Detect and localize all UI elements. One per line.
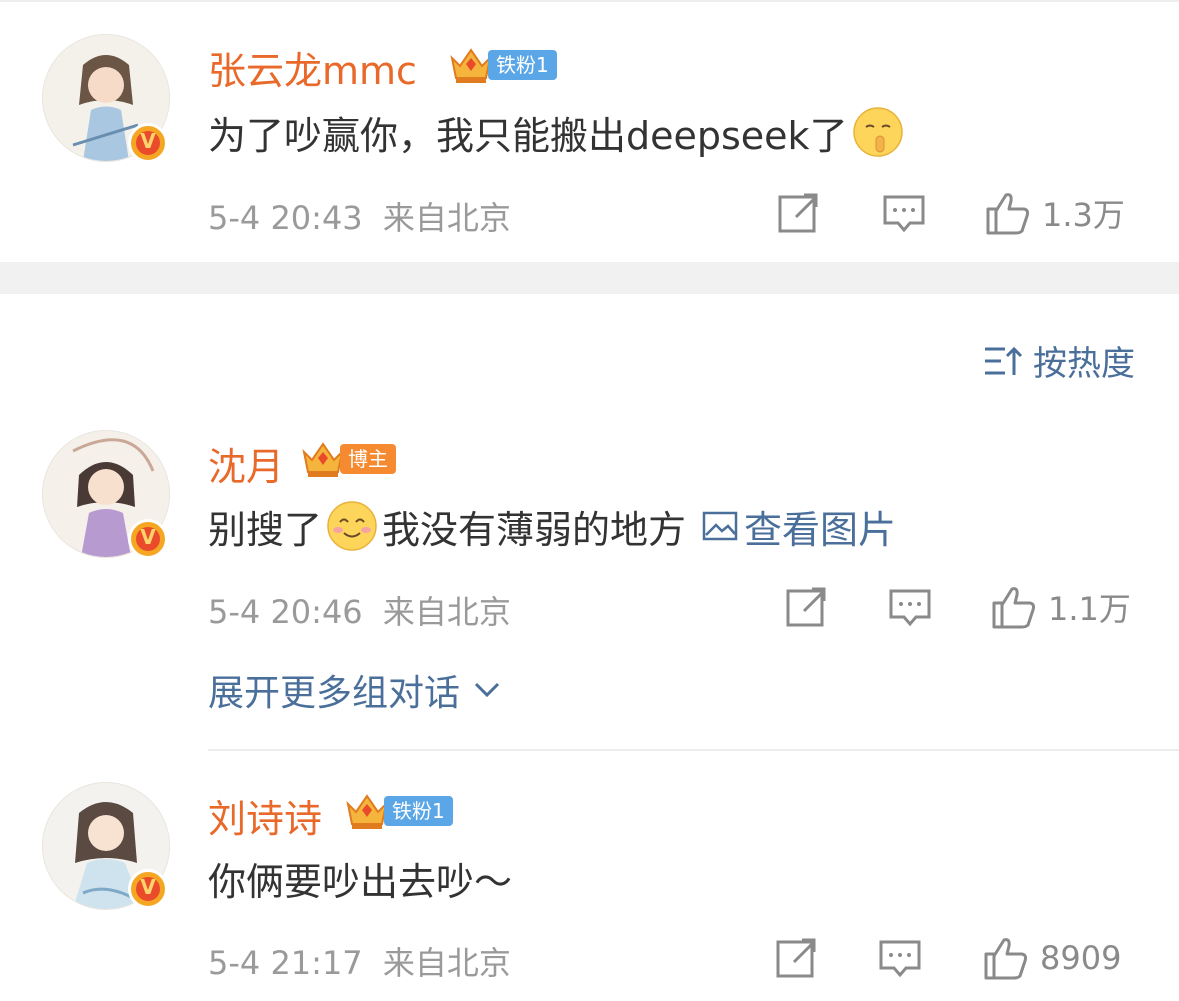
reply-button[interactable] xyxy=(888,587,932,629)
comment-text-content: 你俩要吵出去吵～ xyxy=(208,859,513,904)
reply-button[interactable] xyxy=(878,938,922,980)
badge-label: 铁粉1 xyxy=(488,50,557,80)
like-button[interactable]: 8909 xyxy=(982,934,1121,982)
blogger-badge[interactable]: 博主 xyxy=(300,441,396,477)
expand-label: 展开更多组对话 xyxy=(208,673,461,714)
view-image-label: 查看图片 xyxy=(744,507,897,552)
shush-emoji-icon xyxy=(852,107,903,157)
comment-text: 你俩要吵出去吵～ xyxy=(208,850,512,906)
share-icon xyxy=(776,938,816,978)
comment-text: 为了吵赢你，我只能搬出deepseek了 xyxy=(208,104,908,160)
like-count: 1.1万 xyxy=(1048,590,1131,628)
divider xyxy=(208,749,1179,751)
comment-icon xyxy=(883,195,925,233)
like-icon xyxy=(984,938,1028,980)
expand-replies-button[interactable]: 展开更多组对话 xyxy=(208,664,502,716)
smile-emoji-icon xyxy=(327,501,377,551)
sort-icon xyxy=(985,346,1023,375)
comment-meta: 5-4 21:17 来自北京 xyxy=(208,938,511,984)
like-count: 8909 xyxy=(1040,939,1122,977)
comment-location: 来自北京 xyxy=(382,944,511,982)
share-button[interactable] xyxy=(784,585,828,629)
comment-text-content-2: 我没有薄弱的地方 xyxy=(382,507,687,552)
badge-label: 铁粉1 xyxy=(384,796,453,826)
badge-label: 博主 xyxy=(340,444,396,474)
reply-button[interactable] xyxy=(882,193,926,235)
image-icon xyxy=(702,511,738,541)
comment-location: 来自北京 xyxy=(382,593,511,631)
verified-icon: V xyxy=(128,869,168,909)
comment-meta: 5-4 20:43 来自北京 xyxy=(208,193,511,239)
like-button[interactable]: 1.3万 xyxy=(984,189,1125,237)
comment-text-content: 别搜了 xyxy=(208,507,323,552)
comment-text-content: 为了吵赢你，我只能搬出deepseek了 xyxy=(208,113,848,158)
like-icon xyxy=(986,193,1030,235)
user-name[interactable]: 张云龙mmc xyxy=(208,40,417,95)
user-name[interactable]: 刘诗诗 xyxy=(208,788,322,843)
top-divider xyxy=(0,0,1179,2)
comment-icon xyxy=(879,940,921,978)
comment-meta: 5-4 20:46 来自北京 xyxy=(208,587,511,633)
comment-icon xyxy=(889,589,931,627)
view-image-link[interactable]: 查看图片 xyxy=(702,499,896,554)
share-button[interactable] xyxy=(774,936,818,980)
comment-text: 别搜了 我没有薄弱的地方 查看图片 xyxy=(208,498,896,554)
share-button[interactable] xyxy=(776,191,820,235)
like-button[interactable]: 1.1万 xyxy=(990,583,1131,631)
like-icon xyxy=(992,587,1036,629)
comment-time: 5-4 20:43 xyxy=(208,199,363,237)
share-icon xyxy=(786,587,826,627)
sort-button[interactable]: 按热度 xyxy=(983,336,1135,385)
comment-time: 5-4 21:17 xyxy=(208,944,363,982)
verified-icon: V xyxy=(128,123,168,163)
fan-badge[interactable]: 铁粉1 xyxy=(344,793,453,829)
verified-icon: V xyxy=(128,519,168,559)
comment-time: 5-4 20:46 xyxy=(208,593,363,631)
fan-badge[interactable]: 铁粉1 xyxy=(448,47,557,83)
chevron-down-icon xyxy=(474,682,500,698)
user-name[interactable]: 沈月 xyxy=(208,436,284,491)
comment-location: 来自北京 xyxy=(382,199,511,237)
section-gap xyxy=(0,262,1179,294)
share-icon xyxy=(778,193,818,233)
like-count: 1.3万 xyxy=(1042,196,1125,234)
sort-label: 按热度 xyxy=(1033,344,1135,384)
